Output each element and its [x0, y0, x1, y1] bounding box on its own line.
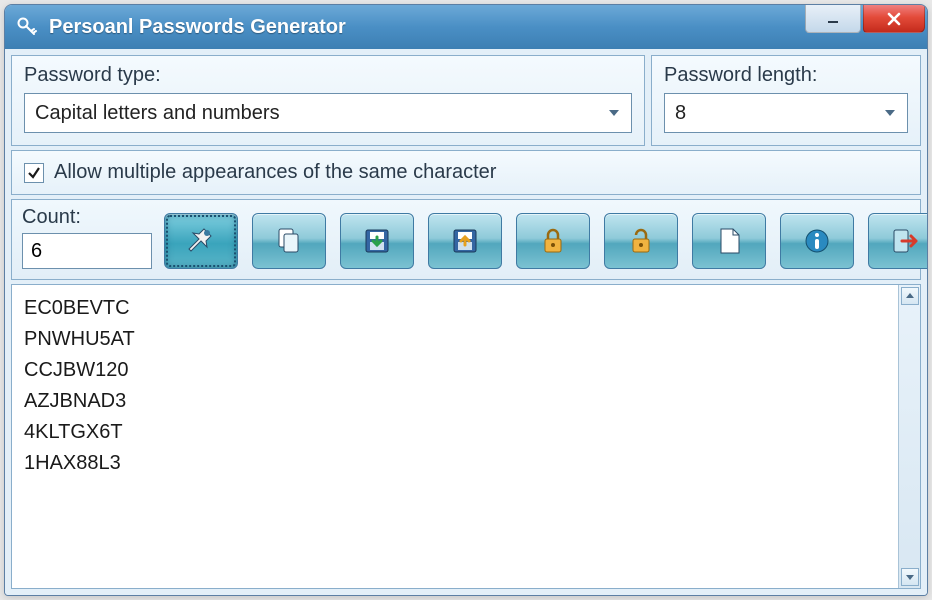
window-title: Persoanl Passwords Generator [49, 16, 805, 39]
export-button[interactable] [428, 213, 502, 269]
allow-multiple-label: Allow multiple appearances of the same c… [54, 161, 496, 184]
unlock-button[interactable] [604, 213, 678, 269]
password-length-combobox[interactable]: 8 [664, 93, 908, 133]
client-area: Password type: Capital letters and numbe… [5, 49, 927, 595]
lock-icon [537, 225, 569, 257]
exit-icon [889, 225, 921, 257]
titlebar: Persoanl Passwords Generator [5, 5, 927, 49]
options-row: Password type: Capital letters and numbe… [11, 55, 921, 146]
page-icon [713, 225, 745, 257]
close-button[interactable] [863, 5, 925, 33]
password-type-value: Capital letters and numbers [35, 102, 280, 125]
toolbar [164, 213, 928, 269]
lock-button[interactable] [516, 213, 590, 269]
pin-icon [185, 225, 217, 257]
scroll-down-button[interactable] [901, 568, 919, 586]
unlock-icon [625, 225, 657, 257]
window-buttons [805, 5, 927, 49]
app-window: Persoanl Passwords Generator Password ty… [4, 4, 928, 596]
save-down-icon [361, 225, 393, 257]
count-block: Count: [22, 206, 152, 269]
password-type-combobox[interactable]: Capital letters and numbers [24, 93, 632, 133]
count-input[interactable] [22, 233, 152, 269]
exit-button[interactable] [868, 213, 928, 269]
scrollbar[interactable] [898, 285, 920, 588]
results-textarea[interactable]: EC0BEVTC PNWHU5AT CCJBW120 AZJBNAD3 4KLT… [12, 285, 898, 588]
toolbar-row: Count: [11, 199, 921, 280]
scroll-up-button[interactable] [901, 287, 919, 305]
copy-icon [273, 225, 305, 257]
copy-button[interactable] [252, 213, 326, 269]
password-type-label: Password type: [24, 64, 632, 87]
about-button[interactable] [780, 213, 854, 269]
chevron-down-icon [883, 106, 897, 120]
save-button[interactable] [340, 213, 414, 269]
password-length-value: 8 [675, 102, 686, 125]
password-length-group: Password length: 8 [651, 55, 921, 146]
allow-multiple-checkbox[interactable] [24, 163, 44, 183]
allow-multiple-row: Allow multiple appearances of the same c… [11, 150, 921, 195]
new-button[interactable] [692, 213, 766, 269]
info-icon [801, 225, 833, 257]
app-key-icon [15, 15, 39, 39]
chevron-down-icon [607, 106, 621, 120]
generate-button[interactable] [164, 213, 238, 269]
password-length-label: Password length: [664, 64, 908, 87]
password-type-group: Password type: Capital letters and numbe… [11, 55, 645, 146]
count-label: Count: [22, 206, 152, 229]
results-panel: EC0BEVTC PNWHU5AT CCJBW120 AZJBNAD3 4KLT… [11, 284, 921, 589]
save-up-icon [449, 225, 481, 257]
minimize-button[interactable] [805, 5, 861, 33]
